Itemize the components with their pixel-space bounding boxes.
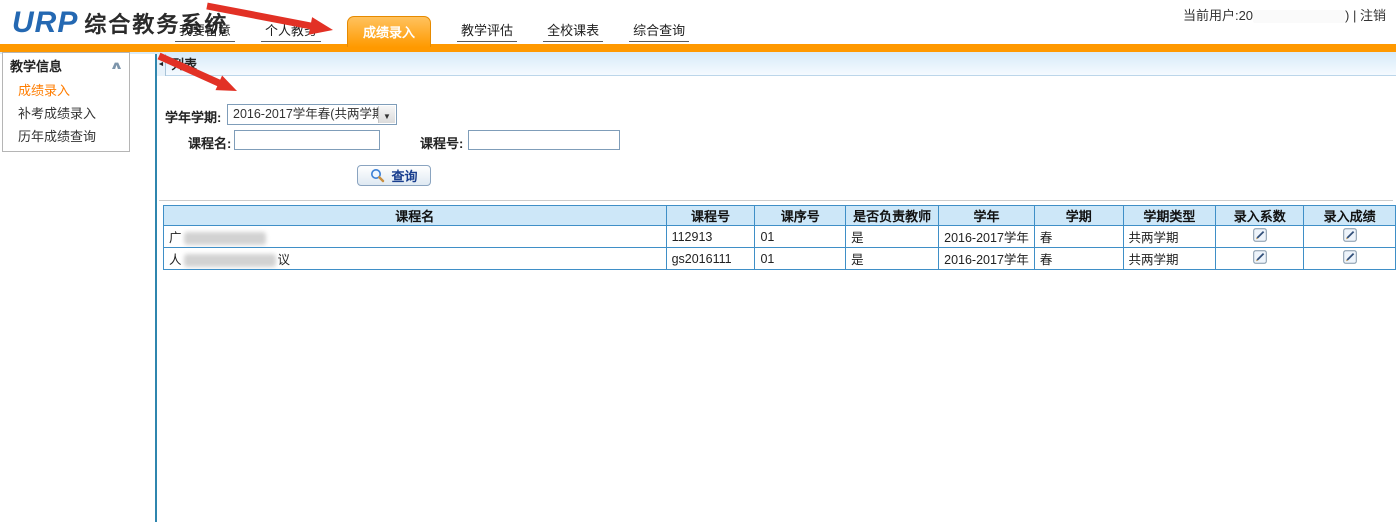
cell-course-no: gs2016111 (666, 248, 755, 270)
tab-grade-entry[interactable]: 成绩录入 (347, 16, 431, 47)
col-is-lead-teacher: 是否负责教师 (846, 206, 939, 226)
horizontal-divider (159, 200, 1393, 201)
search-button[interactable]: 查询 (357, 165, 431, 186)
panel-title-bar: ◄ 列表 (157, 54, 1396, 76)
sidebar-group-title: 教学信息 (10, 56, 62, 75)
course-name-visible-text: 人 (169, 253, 182, 267)
course-name-visible-text: 广 (169, 231, 182, 245)
left-triangle-icon: ◄ (158, 61, 165, 68)
col-course-name: 课程名 (164, 206, 667, 226)
edit-pencil-icon (1253, 250, 1267, 264)
table-row: 广 112913 01 是 2016-2017学年 春 共两学期 (164, 226, 1396, 248)
edit-coefficient-button[interactable] (1253, 250, 1267, 264)
cell-enter-grades (1304, 226, 1396, 248)
current-user-prefix: 当前用户:20 (1183, 8, 1253, 23)
top-header: URP综合教务系统 当前用户:20) | 注销 我要留意 个人教务 成绩录入 教… (0, 0, 1396, 44)
course-no-input[interactable] (468, 130, 620, 150)
edit-pencil-icon (1343, 250, 1357, 264)
course-name-input[interactable] (234, 130, 380, 150)
edit-grades-button[interactable] (1343, 250, 1357, 264)
search-form: 学年学期: 2016-2017学年春(共两学期) ▼ 课程名: 课程号: 查询 (157, 76, 1396, 196)
cell-is-lead-teacher: 是 (846, 248, 939, 270)
logo-urp-text: URP (12, 6, 78, 39)
cell-is-lead-teacher: 是 (846, 226, 939, 248)
chevron-down-icon: ▼ (383, 112, 391, 121)
search-icon (370, 168, 385, 183)
tab-teaching-evaluation[interactable]: 教学评估 (457, 20, 517, 42)
collapse-panel-handle[interactable]: ◄ (157, 54, 166, 76)
user-id-redaction (1253, 10, 1345, 23)
cell-enter-coefficient (1216, 248, 1304, 270)
term-select[interactable]: 2016-2017学年春(共两学期) ▼ (227, 104, 397, 125)
table-header-row: 课程名 课程号 课序号 是否负责教师 学年 学期 学期类型 录入系数 录入成绩 (164, 206, 1396, 226)
sidebar: 教学信息 ∧ 成绩录入 补考成绩录入 历年成绩查询 (0, 54, 155, 522)
cell-term-type: 共两学期 (1123, 248, 1216, 270)
select-dropdown-zone[interactable]: ▼ (378, 106, 395, 123)
page: URP综合教务系统 当前用户:20) | 注销 我要留意 个人教务 成绩录入 教… (0, 0, 1396, 522)
cell-course-name: 广 (164, 226, 667, 248)
col-class-no: 课序号 (755, 206, 846, 226)
col-year: 学年 (939, 206, 1035, 226)
col-enter-grades: 录入成绩 (1304, 206, 1396, 226)
edit-grades-button[interactable] (1343, 228, 1357, 242)
course-table: 课程名 课程号 课序号 是否负责教师 学年 学期 学期类型 录入系数 录入成绩 … (163, 205, 1396, 270)
course-name-label: 课程名: (188, 133, 231, 152)
course-name-visible-suffix: 议 (278, 253, 291, 267)
main-panel: ◄ 列表 学年学期: 2016-2017学年春(共两学期) ▼ 课程名: 课程号… (157, 54, 1396, 522)
cell-enter-grades (1304, 248, 1396, 270)
cell-year: 2016-2017学年 (939, 248, 1035, 270)
col-course-no: 课程号 (666, 206, 755, 226)
logout-link[interactable]: 注销 (1360, 8, 1386, 23)
course-no-label: 课程号: (420, 133, 463, 152)
chevron-up-icon[interactable]: ∧ (109, 59, 123, 72)
cell-class-no: 01 (755, 248, 846, 270)
panel-title-text: 列表 (171, 57, 197, 72)
tab-woyaoliuyi[interactable]: 我要留意 (175, 20, 235, 42)
cell-course-no: 112913 (666, 226, 755, 248)
cell-class-no: 01 (755, 226, 846, 248)
cell-year: 2016-2017学年 (939, 226, 1035, 248)
sidebar-menu-teaching-info: 教学信息 ∧ 成绩录入 补考成绩录入 历年成绩查询 (2, 52, 130, 152)
term-select-value: 2016-2017学年春(共两学期) (233, 107, 389, 121)
search-button-label: 查询 (391, 166, 417, 185)
course-name-redaction (184, 232, 266, 245)
cell-course-name: 人议 (164, 248, 667, 270)
col-term: 学期 (1034, 206, 1123, 226)
tab-school-timetable[interactable]: 全校课表 (543, 20, 603, 42)
table-row: 人议 gs2016111 01 是 2016-2017学年 春 共两学期 (164, 248, 1396, 270)
sidebar-item-grade-entry[interactable]: 成绩录入 (3, 78, 129, 101)
course-name-redaction (184, 254, 276, 267)
cell-term: 春 (1034, 248, 1123, 270)
sidebar-group-header[interactable]: 教学信息 ∧ (3, 53, 129, 78)
col-enter-coefficient: 录入系数 (1216, 206, 1304, 226)
orange-accent-bar (0, 44, 1396, 52)
col-term-type: 学期类型 (1123, 206, 1216, 226)
tab-comprehensive-query[interactable]: 综合查询 (629, 20, 689, 42)
cell-term: 春 (1034, 226, 1123, 248)
cell-enter-coefficient (1216, 226, 1304, 248)
current-user-suffix: ) | (1345, 8, 1360, 23)
cell-term-type: 共两学期 (1123, 226, 1216, 248)
edit-pencil-icon (1343, 228, 1357, 242)
sidebar-item-historical-grade-query[interactable]: 历年成绩查询 (3, 124, 129, 147)
top-nav-tabs: 我要留意 个人教务 成绩录入 教学评估 全校课表 综合查询 (175, 0, 689, 44)
tab-personal-affairs[interactable]: 个人教务 (261, 20, 321, 42)
edit-coefficient-button[interactable] (1253, 228, 1267, 242)
term-label: 学年学期: (165, 107, 221, 126)
sidebar-item-makeup-grade-entry[interactable]: 补考成绩录入 (3, 101, 129, 124)
current-user-info: 当前用户:20 ) | 注销 (1183, 5, 1386, 24)
edit-pencil-icon (1253, 228, 1267, 242)
